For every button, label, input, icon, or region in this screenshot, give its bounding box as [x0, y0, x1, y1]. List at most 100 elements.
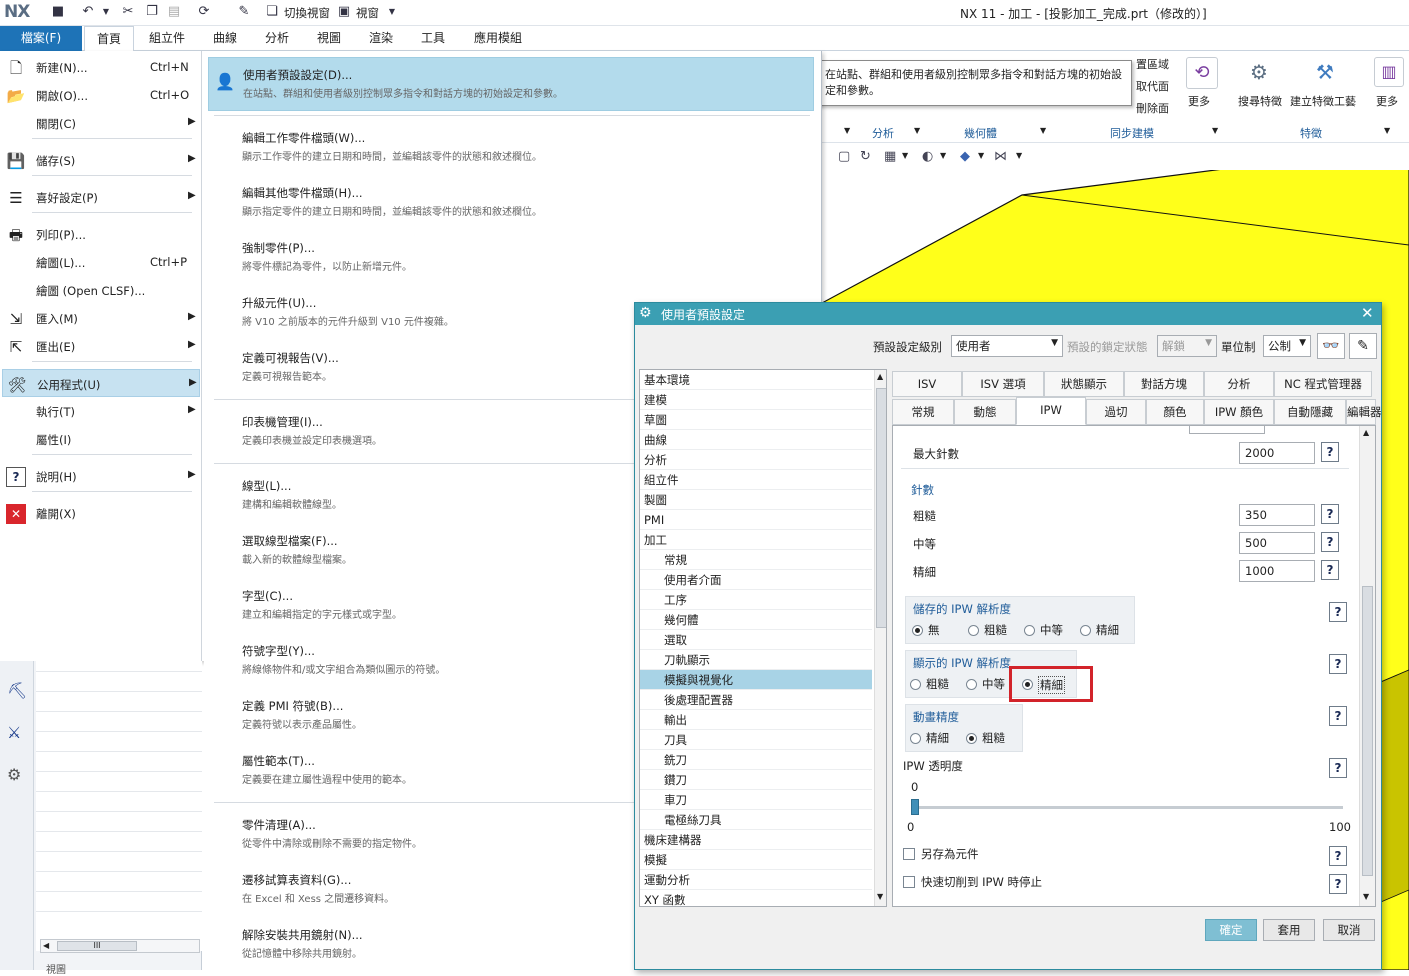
dropdown-icon[interactable]: ▼ — [978, 151, 984, 160]
settings-tab[interactable]: ISV — [892, 371, 962, 397]
tree-item[interactable]: 選取 — [640, 630, 872, 650]
tree-item[interactable]: 常規 — [640, 550, 872, 570]
cut-icon[interactable]: ✂ — [120, 4, 136, 20]
scroll-thumb[interactable] — [876, 388, 886, 628]
fit-icon[interactable]: ▢ — [838, 149, 850, 164]
coarse-steps-input[interactable]: 350 — [1239, 504, 1315, 526]
copy-icon[interactable]: ❐ — [144, 4, 160, 20]
radio-animation-precision[interactable] — [910, 733, 921, 744]
scroll-thumb[interactable]: III — [57, 941, 137, 951]
file-menu-item[interactable]: 繪圖(L)... Ctrl+P — [2, 248, 200, 276]
undo-dropdown-icon[interactable]: ▼ — [98, 4, 114, 20]
group-dropdown-icon[interactable]: ▼ — [844, 126, 850, 135]
settings-tab[interactable]: IPW — [1016, 397, 1086, 425]
tree-item[interactable]: 運動分析 — [640, 870, 872, 890]
tree-item[interactable]: PMI — [640, 510, 872, 530]
manage-defaults-icon[interactable]: ✎ — [1349, 333, 1377, 359]
file-menu-item[interactable]: 📂 開啟(O)... Ctrl+O — [2, 81, 200, 109]
tree-item[interactable]: 幾何體 — [640, 610, 872, 630]
medium-steps-input[interactable]: 500 — [1239, 532, 1315, 554]
settings-tab[interactable]: 顏色 — [1146, 399, 1204, 425]
file-menu-item[interactable]: 🗋 新建(N)... Ctrl+N — [2, 53, 200, 81]
settings-tab[interactable]: ISV 選項 — [962, 371, 1044, 397]
scroll-left-icon[interactable]: ◀ — [43, 941, 49, 950]
scroll-thumb[interactable] — [1362, 586, 1373, 876]
radio-saved-ipw[interactable] — [968, 625, 979, 636]
transparency-slider[interactable] — [911, 799, 1343, 815]
submenu-item[interactable]: 編輯其他零件檔頭(H)... 顯示指定零件的建立日期和時間，並編輯該零件的狀態和敘… — [208, 176, 814, 230]
tree-item[interactable]: 基本環境 — [640, 370, 872, 390]
orient-view-icon[interactable]: ▦ — [884, 149, 896, 164]
stop-on-gouge-checkbox[interactable] — [903, 876, 915, 888]
tree-item[interactable]: 電極絲刀具 — [640, 810, 872, 830]
tree-item[interactable]: 模擬 — [640, 850, 872, 870]
help-icon[interactable]: ? — [1321, 532, 1339, 552]
find-default-icon[interactable]: 👓 — [1317, 333, 1345, 359]
file-menu-item[interactable]: ✕ 離開(X) — [2, 499, 200, 527]
content-scrollbar[interactable]: ▲ ▼ — [1359, 426, 1375, 906]
settings-tab[interactable]: IPW 顏色 — [1204, 399, 1274, 425]
switch-window-icon[interactable]: ❏ — [264, 4, 280, 20]
file-tab[interactable]: 檔案(F) — [0, 26, 82, 51]
tree-item[interactable]: 曲線 — [640, 430, 872, 450]
tree-item[interactable]: 車刀 — [640, 790, 872, 810]
more-sync-icon[interactable]: ⟲ — [1186, 57, 1218, 89]
tree-item[interactable]: 製圖 — [640, 490, 872, 510]
tab-tools[interactable]: 工具 — [412, 26, 454, 51]
tree-item[interactable]: 模擬與視覺化 — [640, 670, 872, 690]
scroll-down-icon[interactable]: ▼ — [877, 892, 883, 901]
group-dropdown-icon[interactable]: ▼ — [1040, 126, 1046, 135]
slider-thumb[interactable] — [911, 799, 919, 815]
submenu-item[interactable]: 編輯工作零件檔頭(W)... 顯示工作零件的建立日期和時間，並編輯該零件的狀態和敘… — [208, 121, 814, 175]
brush-icon[interactable]: ✎ — [236, 4, 252, 20]
help-icon[interactable]: ? — [1321, 442, 1339, 462]
tool-library-icon[interactable]: ⚙ — [7, 765, 27, 787]
search-feature-button[interactable]: 搜尋特徵 — [1238, 93, 1282, 109]
close-icon[interactable]: ✕ — [1361, 304, 1374, 322]
rotate-icon[interactable]: ↻ — [860, 149, 871, 164]
radio-display-ipw[interactable] — [966, 679, 977, 690]
paste-icon[interactable]: ▤ — [166, 4, 182, 20]
help-icon[interactable]: ? — [1321, 560, 1339, 580]
machining-navigator-icon[interactable]: ⛏ — [7, 681, 27, 703]
dropdown-icon[interactable]: ▼ — [902, 151, 908, 160]
tab-render[interactable]: 渲染 — [360, 26, 402, 51]
horizontal-scrollbar[interactable]: ◀ III — [40, 939, 200, 953]
scroll-down-icon[interactable]: ▼ — [1363, 892, 1369, 901]
search-feature-icon[interactable]: ⚙ — [1244, 57, 1274, 87]
tab-analysis[interactable]: 分析 — [256, 26, 298, 51]
help-icon[interactable]: ? — [1329, 706, 1347, 726]
apply-button[interactable]: 套用 — [1263, 919, 1315, 941]
tab-assemblies[interactable]: 組立件 — [140, 26, 194, 51]
tab-home[interactable]: 首頁 — [84, 26, 134, 51]
save-icon[interactable]: ■ — [50, 4, 66, 20]
group-dropdown-icon[interactable]: ▼ — [1212, 126, 1218, 135]
file-menu-item[interactable]: 🛠 公用程式(U) ▶ — [2, 369, 200, 397]
file-menu-item[interactable]: ⇱ 匯出(E) ▶ — [2, 332, 200, 360]
tree-scrollbar[interactable]: ▲ ▼ — [874, 370, 886, 906]
settings-tab[interactable]: 分析 — [1204, 371, 1274, 397]
dropdown-icon[interactable]: ▼ — [1016, 151, 1022, 160]
file-menu-item[interactable]: ? 說明(H) ▶ — [2, 462, 200, 490]
group-dropdown-icon[interactable]: ▼ — [914, 126, 920, 135]
settings-tab[interactable]: NC 程式管理器 — [1274, 371, 1372, 397]
help-icon[interactable]: ? — [1329, 758, 1347, 778]
undo-icon[interactable]: ↶ — [80, 4, 96, 20]
help-icon[interactable]: ? — [1329, 874, 1347, 894]
tree-item[interactable]: 刀具 — [640, 730, 872, 750]
tree-item[interactable]: 銑刀 — [640, 750, 872, 770]
help-icon[interactable]: ? — [1329, 654, 1347, 674]
tree-item[interactable]: 輸出 — [640, 710, 872, 730]
file-menu-item[interactable]: 屬性(I) — [2, 425, 200, 453]
dropdown-icon[interactable]: ▼ — [940, 151, 946, 160]
tree-item[interactable]: 鑽刀 — [640, 770, 872, 790]
settings-tab[interactable]: 常規 — [892, 399, 954, 425]
file-menu-item[interactable]: 關閉(C) ▶ — [2, 109, 200, 137]
fine-steps-input[interactable]: 1000 — [1239, 560, 1315, 582]
more-feature-icon[interactable]: ▥ — [1374, 57, 1404, 87]
settings-tab[interactable]: 過切 — [1086, 399, 1146, 425]
radio-saved-ipw[interactable] — [1080, 625, 1091, 636]
submenu-item[interactable]: 👤 使用者預設設定(D)... 在站點、群組和使用者級別控制眾多指令和對話方塊的初始… — [208, 57, 814, 111]
selection-filter-icon[interactable]: ⋈ — [994, 149, 1007, 164]
build-feature-tool-button[interactable]: 建立特徵工藝 — [1290, 93, 1356, 109]
